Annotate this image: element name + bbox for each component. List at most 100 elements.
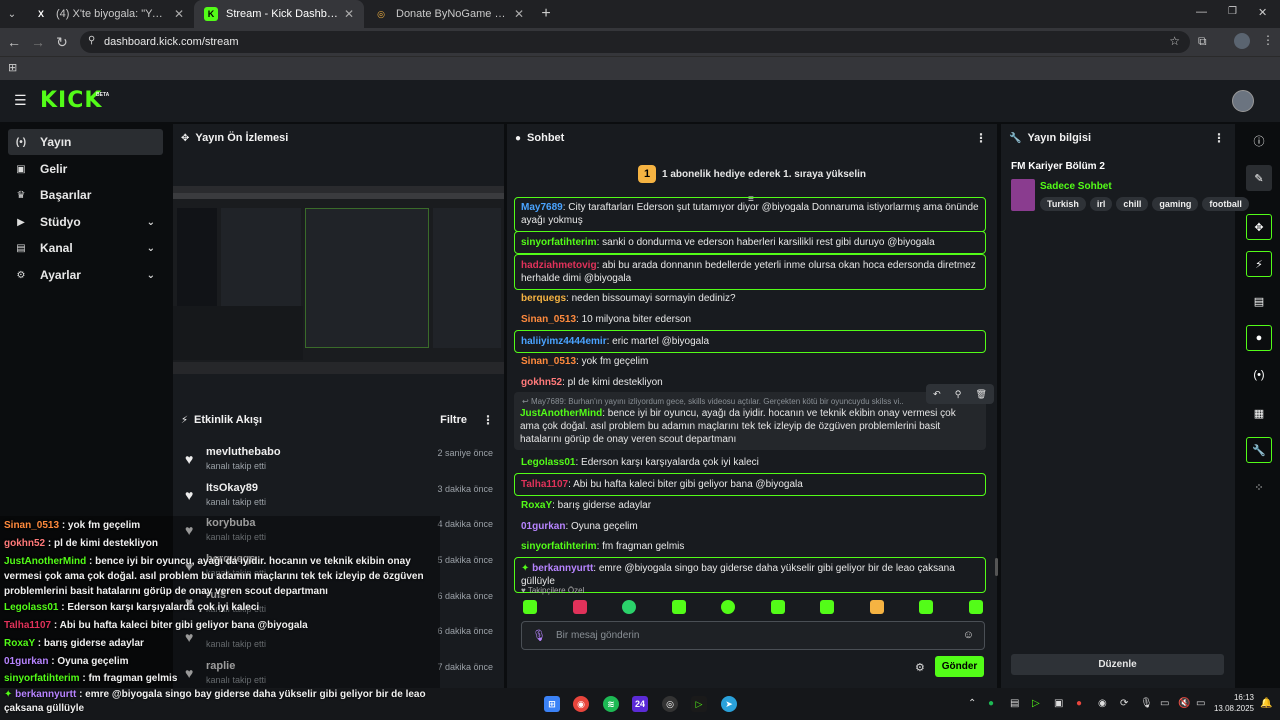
kick-logo[interactable]: KICK bbox=[40, 88, 102, 113]
pin-icon[interactable]: ⚲ bbox=[955, 389, 962, 400]
emote-icon[interactable] bbox=[770, 600, 785, 614]
obs-icon[interactable]: ◎ bbox=[662, 696, 678, 712]
start-menu-icon[interactable]: ⊞ bbox=[544, 696, 560, 712]
emote-icon[interactable] bbox=[671, 600, 686, 614]
sidebar-item-kanal[interactable]: ▤ Kanal ⌄ bbox=[8, 235, 163, 261]
chat-username[interactable]: Sinan_0513 bbox=[521, 356, 576, 367]
chat-toggle-icon[interactable]: ● bbox=[1246, 325, 1272, 351]
info-icon[interactable]: ⓘ bbox=[1246, 128, 1272, 154]
filter-button[interactable]: Filtre bbox=[440, 414, 467, 426]
emote-icon[interactable] bbox=[721, 600, 736, 614]
window-close-button[interactable]: ✕ bbox=[1258, 6, 1267, 19]
telegram-icon[interactable]: ➤ bbox=[721, 696, 737, 712]
browser-tab-donate[interactable]: ◎ Donate ByNoGame - Streamer ✕ bbox=[364, 0, 534, 28]
tray-chevron-icon[interactable]: ⌃ bbox=[968, 698, 976, 709]
pencil-icon[interactable]: ✎ bbox=[1246, 165, 1272, 191]
chat-message[interactable]: May7689: City taraftarları Ederson şut t… bbox=[514, 197, 986, 232]
chat-message[interactable]: Sinan_0513: 10 milyona biter ederson bbox=[515, 313, 987, 326]
chat-message[interactable]: haliiyimz4444emir: eric martel @biyogala bbox=[514, 330, 986, 353]
sidebar-item-basarilar[interactable]: ♛ Başarılar bbox=[8, 182, 163, 208]
forward-icon[interactable]: → bbox=[26, 34, 50, 50]
browser-tab-kick[interactable]: K Stream - Kick Dashboard ✕ bbox=[194, 0, 364, 28]
more-widgets-icon[interactable]: ⁘ bbox=[1246, 474, 1272, 500]
tray-app-icon[interactable]: ▷ bbox=[1032, 698, 1040, 709]
broadcast-toggle-icon[interactable]: (•) bbox=[1246, 362, 1272, 388]
chat-username[interactable]: May7689 bbox=[521, 202, 563, 213]
sidebar-item-gelir[interactable]: ▣ Gelir bbox=[8, 156, 163, 182]
tray-app-icon[interactable]: ▣ bbox=[1054, 698, 1063, 709]
stream-info-toggle-icon[interactable]: 🔧 bbox=[1246, 437, 1272, 463]
chat-username[interactable]: Talha1107 bbox=[521, 479, 568, 490]
chat-input[interactable]: Bir mesaj gönderin bbox=[556, 630, 639, 641]
browser-tab-x[interactable]: X (4) X'te biyogala: "Yayındayız! F ✕ bbox=[24, 0, 194, 28]
chat-username[interactable]: sinyorfatihterim bbox=[521, 237, 597, 248]
chat-username[interactable]: 01gurkan bbox=[521, 521, 565, 532]
stream-preview-video[interactable] bbox=[173, 186, 504, 374]
clock[interactable]: 16:13 13.08.2025 bbox=[1212, 692, 1254, 714]
apps-grid-icon[interactable]: ⊞ bbox=[8, 61, 17, 74]
send-button[interactable]: Gönder bbox=[935, 656, 984, 677]
chat-username[interactable]: haliiyimz4444emir bbox=[521, 336, 607, 347]
chat-username[interactable]: RoxaY bbox=[521, 500, 552, 511]
chat-input-box[interactable]: 🎙 Bir mesaj gönderin ☺ bbox=[521, 621, 985, 650]
user-avatar[interactable] bbox=[1232, 90, 1254, 112]
chat-message[interactable]: ✦ berkannyurtt: emre @biyogala singo bay… bbox=[514, 557, 986, 593]
sidebar-item-ayarlar[interactable]: ⚙ Ayarlar ⌄ bbox=[8, 262, 163, 288]
sidebar-item-studyo[interactable]: ▶ Stüdyo ⌄ bbox=[8, 209, 163, 235]
back-icon[interactable]: ← bbox=[2, 34, 26, 50]
minimize-button[interactable]: — bbox=[1196, 6, 1207, 18]
app-24-icon[interactable]: 24 bbox=[632, 696, 648, 712]
reload-icon[interactable]: ↻ bbox=[50, 34, 74, 51]
chat-username[interactable]: berkannyurtt bbox=[532, 563, 593, 574]
tray-sync-icon[interactable]: ⟳ bbox=[1120, 698, 1128, 709]
activity-toggle-icon[interactable]: ⚡ bbox=[1246, 251, 1272, 277]
emoji-picker-icon[interactable]: ☺ bbox=[963, 629, 974, 641]
tray-network-icon[interactable]: ▭ bbox=[1160, 698, 1169, 709]
chat-message[interactable]: 01gurkan: Oyuna geçelim bbox=[515, 520, 987, 533]
new-tab-button[interactable]: + bbox=[534, 5, 558, 23]
tab-search-icon[interactable]: ⌄ bbox=[0, 9, 24, 20]
profile-avatar[interactable] bbox=[1234, 33, 1250, 49]
notification-bell-icon[interactable]: 🔔 bbox=[1260, 698, 1272, 709]
maximize-button[interactable]: ❐ bbox=[1228, 6, 1237, 17]
emote-icon[interactable] bbox=[968, 600, 983, 614]
chrome-icon[interactable]: ◉ bbox=[573, 696, 589, 712]
emote-icon[interactable] bbox=[869, 600, 884, 614]
chat-message[interactable]: hadziahmetovig: abi bu arada donnanın be… bbox=[514, 254, 986, 290]
emote-icon[interactable] bbox=[919, 600, 934, 614]
close-icon[interactable]: ✕ bbox=[174, 7, 184, 21]
notes-icon[interactable]: ▤ bbox=[1246, 288, 1272, 314]
chat-settings-icon[interactable]: ⚙ bbox=[915, 661, 925, 674]
close-icon[interactable]: ✕ bbox=[514, 7, 524, 21]
microphone-icon[interactable]: 🎙 bbox=[532, 629, 546, 642]
emote-icon[interactable] bbox=[523, 600, 537, 614]
sidebar-item-yayin[interactable]: (•) Yayın bbox=[8, 129, 163, 155]
tray-battery-icon[interactable]: ▭ bbox=[1196, 698, 1205, 709]
tray-app-icon[interactable]: ● bbox=[1076, 698, 1082, 709]
browser-menu-icon[interactable]: ⋮ bbox=[1262, 33, 1274, 47]
chat-message[interactable]: sinyorfatihterim: fm fragman gelmis bbox=[515, 540, 987, 553]
chat-message[interactable]: RoxaY: barış giderse adaylar bbox=[515, 499, 987, 512]
tray-volume-icon[interactable]: 🔇 bbox=[1178, 698, 1190, 709]
extensions-icon[interactable]: ⧉ bbox=[1198, 34, 1207, 49]
category-link[interactable]: Sadece Sohbet bbox=[1040, 181, 1112, 192]
layout-icon[interactable]: ▦ bbox=[1246, 400, 1272, 426]
delete-icon[interactable]: 🗑 bbox=[975, 389, 986, 400]
chat-username[interactable]: JustAnotherMind bbox=[520, 408, 602, 419]
chat-message[interactable]: Talha1107: Abi bu hafta kaleci biter gib… bbox=[514, 473, 986, 496]
bookmark-star-icon[interactable]: ☆ bbox=[1169, 34, 1180, 48]
tray-app-icon[interactable]: ▤ bbox=[1010, 698, 1019, 709]
chat-username[interactable]: Sinan_0513 bbox=[521, 314, 576, 325]
kebab-menu-icon[interactable]: ⋮ bbox=[482, 413, 494, 427]
chat-message[interactable]: Sinan_0513: yok fm geçelim bbox=[515, 355, 987, 368]
edit-button[interactable]: Düzenle bbox=[1011, 654, 1224, 675]
chat-message[interactable]: Legolass01: Ederson karşı karşıyalarda ç… bbox=[515, 456, 987, 469]
chat-message[interactable]: berquegs: neden bissoumayi sormayin dedi… bbox=[515, 292, 987, 305]
chat-scrollbar[interactable] bbox=[995, 558, 998, 576]
chat-username[interactable]: sinyorfatihterim bbox=[521, 541, 597, 552]
app-icon[interactable]: ▷ bbox=[691, 696, 707, 712]
site-info-icon[interactable]: ⚲ bbox=[88, 35, 95, 46]
emote-icon[interactable] bbox=[572, 600, 587, 614]
gift-sub-banner[interactable]: 1 1 abonelik hediye ederek 1. sıraya yük… bbox=[507, 154, 997, 194]
chat-reply-message[interactable]: ↩ May7689: Burhan'ın yayını izliyordum g… bbox=[514, 384, 994, 450]
